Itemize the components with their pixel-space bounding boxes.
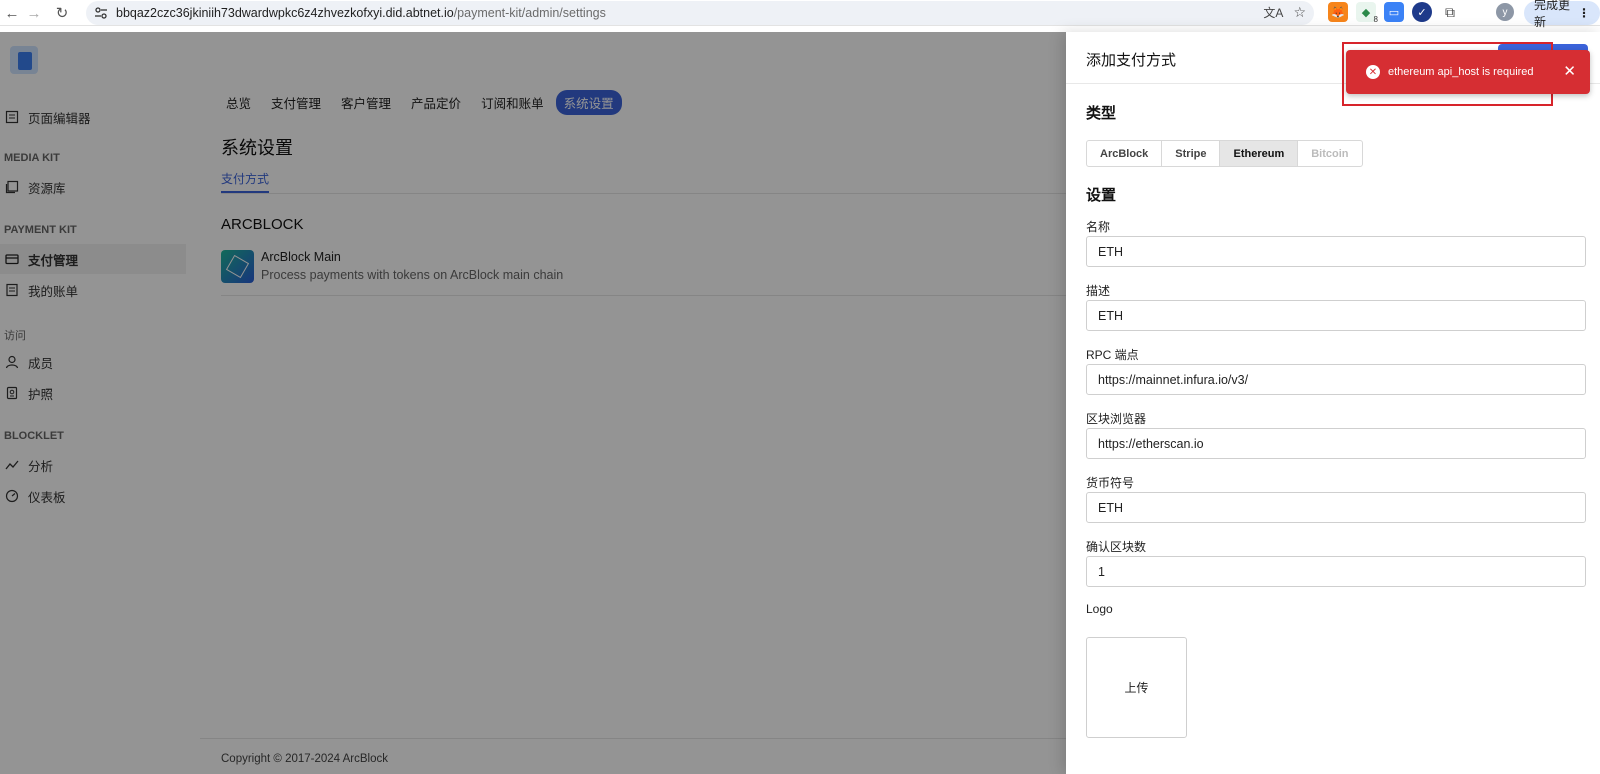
type-ethereum-button[interactable]: Ethereum: [1220, 141, 1299, 166]
drawer-title: 添加支付方式: [1086, 52, 1177, 69]
explorer-label: 区块浏览器: [1086, 412, 1147, 426]
currency-symbol-label: 货币符号: [1086, 476, 1135, 490]
settings-heading: 设置: [1086, 187, 1117, 204]
extension-badge-count: 8: [1373, 15, 1378, 24]
check-extension-icon[interactable]: ✓: [1412, 2, 1432, 22]
rpc-endpoint-label: RPC 端点: [1086, 348, 1139, 362]
address-bar[interactable]: bbqaz2czc36jkiniih73dwardwpkc6z4zhvezkof…: [86, 1, 1314, 25]
type-bitcoin-button[interactable]: Bitcoin: [1298, 141, 1361, 166]
bookmark-star-icon[interactable]: ☆: [1293, 4, 1306, 21]
rpc-endpoint-field[interactable]: [1086, 364, 1586, 395]
type-heading: 类型: [1086, 105, 1117, 122]
error-toast: ✕ ethereum api_host is required ✕: [1346, 50, 1590, 94]
explorer-field[interactable]: [1086, 428, 1586, 459]
url-host: bbqaz2czc36jkiniih73dwardwpkc6z4zhvezkof…: [116, 6, 454, 20]
type-arcblock-button[interactable]: ArcBlock: [1087, 141, 1163, 166]
logo-upload-button[interactable]: 上传: [1086, 637, 1187, 738]
update-button[interactable]: 完成更新 ⋮: [1524, 0, 1600, 29]
logo-label: Logo: [1086, 602, 1113, 616]
close-icon[interactable]: ✕: [1563, 62, 1576, 80]
extensions-puzzle-icon[interactable]: ⧉: [1440, 2, 1460, 22]
reload-icon[interactable]: ↻: [50, 1, 74, 25]
menu-kebab-icon[interactable]: ⋮: [1578, 6, 1590, 20]
add-payment-method-drawer: 添加支付方式 类型 ArcBlock Stripe Ethereum Bitco…: [1066, 32, 1600, 774]
browser-toolbar: ← → ↻ bbqaz2czc36jkiniih73dwardwpkc6z4zh…: [0, 0, 1600, 29]
update-label: 完成更新: [1534, 0, 1571, 29]
back-icon[interactable]: ←: [0, 1, 24, 25]
extension-badge-icon[interactable]: ◆ 8: [1356, 2, 1378, 24]
forward-icon[interactable]: →: [22, 1, 46, 25]
name-label: 名称: [1086, 220, 1111, 234]
description-label: 描述: [1086, 284, 1111, 298]
description-field[interactable]: [1086, 300, 1586, 331]
confirmations-field[interactable]: [1086, 556, 1586, 587]
screenshot-extension-icon[interactable]: ▭: [1384, 2, 1404, 22]
name-field[interactable]: [1086, 236, 1586, 267]
url-path: /payment-kit/admin/settings: [453, 6, 606, 20]
upload-label: 上传: [1124, 681, 1149, 695]
translate-icon[interactable]: 文A: [1263, 4, 1283, 21]
toast-message: ethereum api_host is required: [1388, 66, 1534, 78]
metamask-extension-icon[interactable]: 🦊: [1328, 2, 1348, 22]
site-settings-icon[interactable]: [92, 4, 110, 22]
confirmations-label: 确认区块数: [1086, 540, 1147, 554]
error-circle-icon: ✕: [1366, 65, 1380, 79]
profile-avatar[interactable]: y: [1496, 3, 1514, 21]
type-toggle-group: ArcBlock Stripe Ethereum Bitcoin: [1086, 140, 1363, 167]
currency-symbol-field[interactable]: [1086, 492, 1586, 523]
type-stripe-button[interactable]: Stripe: [1162, 141, 1221, 166]
